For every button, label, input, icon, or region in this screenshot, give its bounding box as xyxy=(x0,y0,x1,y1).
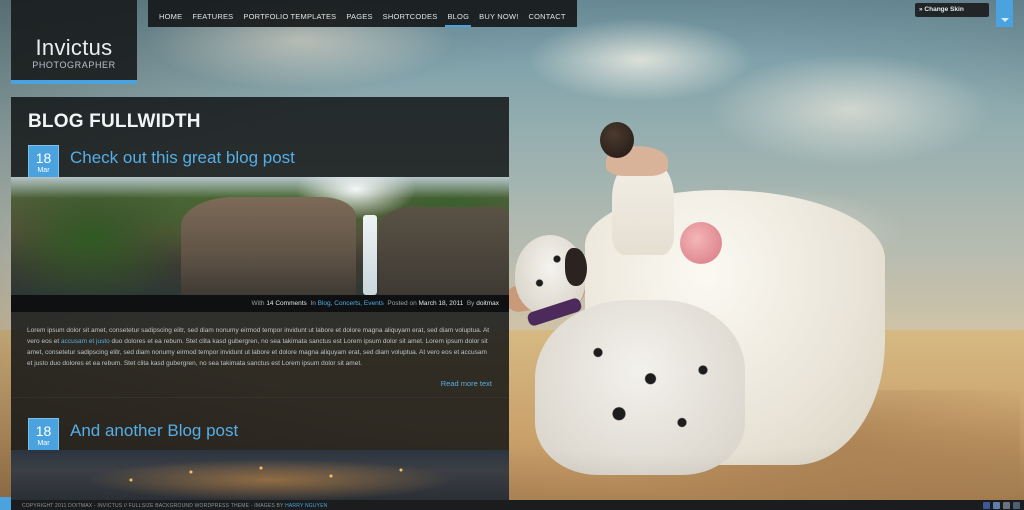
footer-copyright: COPYRIGHT 2011 DOITMAX - INVICTUS // FUL… xyxy=(22,503,328,509)
twitter-icon[interactable] xyxy=(993,502,1000,509)
meta-comments-link[interactable]: 14 Comments xyxy=(266,300,306,307)
rss-icon[interactable] xyxy=(1003,502,1010,509)
blog-panel: BLOG FULLWIDTH 18 Mar Check out this gre… xyxy=(11,97,509,500)
meta-with: With xyxy=(251,300,265,307)
category-link-concerts[interactable]: Concerts xyxy=(334,300,360,307)
category-link-events[interactable]: Events xyxy=(364,300,384,307)
meta-author-link[interactable]: doitmax xyxy=(476,300,499,307)
nav-item-blog[interactable]: BLOG xyxy=(442,0,474,27)
post-title-link[interactable]: And another Blog post xyxy=(70,421,238,441)
post-date-month: Mar xyxy=(37,440,50,447)
footer-credit-link[interactable]: HARRY NGUYEN xyxy=(285,503,328,509)
facebook-icon[interactable] xyxy=(983,502,990,509)
cliff-right xyxy=(379,207,509,295)
nav-item-features[interactable]: FEATURES xyxy=(187,0,238,27)
post-date-badge: 18 Mar xyxy=(28,418,59,453)
post-date-badge: 18 Mar xyxy=(28,145,59,180)
nav-item-portfolio-templates[interactable]: PORTFOLIO TEMPLATES xyxy=(238,0,341,27)
nav-item-pages[interactable]: PAGES xyxy=(341,0,377,27)
footer-text: COPYRIGHT 2011 DOITMAX - INVICTUS // FUL… xyxy=(22,503,286,509)
nav-item-contact[interactable]: CONTACT xyxy=(524,0,571,27)
meta-date: March 18, 2011 xyxy=(418,300,464,307)
post-title-link[interactable]: Check out this great blog post xyxy=(70,148,295,168)
logo-title: Invictus xyxy=(35,35,113,60)
meta-by: By xyxy=(466,300,475,307)
post-meta: With 14 Comments In Blog, Concerts, Even… xyxy=(11,295,509,312)
nav-item-shortcodes[interactable]: SHORTCODES xyxy=(378,0,443,27)
post-date-day: 18 xyxy=(35,423,52,439)
site-logo[interactable]: Invictus PHOTOGRAPHER xyxy=(11,0,137,84)
post-date-day: 18 xyxy=(35,150,52,166)
page-title: BLOG FULLWIDTH xyxy=(28,111,201,132)
post-excerpt: Lorem ipsum dolor sit amet, consetetur s… xyxy=(27,325,494,369)
cliff-left xyxy=(181,197,356,295)
main-nav: HOME FEATURES PORTFOLIO TEMPLATES PAGES … xyxy=(148,0,577,27)
mail-icon[interactable] xyxy=(1013,502,1020,509)
skin-panel-toggle[interactable] xyxy=(996,0,1013,27)
meta-in: In xyxy=(310,300,316,307)
nav-item-home[interactable]: HOME xyxy=(154,0,187,27)
post-divider xyxy=(11,397,509,398)
waterfall xyxy=(363,215,377,295)
category-link-blog[interactable]: Blog xyxy=(318,300,331,307)
logo-subtitle: PHOTOGRAPHER xyxy=(32,60,116,70)
post-featured-image[interactable] xyxy=(11,450,509,500)
post-date-month: Mar xyxy=(37,167,50,174)
excerpt-link[interactable]: accusam et justo xyxy=(61,338,110,345)
footer-accent xyxy=(0,497,11,510)
meta-posted-on: Posted on xyxy=(387,300,417,307)
post-featured-image[interactable] xyxy=(11,177,509,295)
read-more-link[interactable]: Read more text xyxy=(441,379,492,388)
nav-item-buy-now[interactable]: BUY NOW! xyxy=(474,0,523,27)
change-skin-button[interactable]: » Change Skin xyxy=(915,3,989,17)
footer: COPYRIGHT 2011 DOITMAX - INVICTUS // FUL… xyxy=(0,500,1024,510)
